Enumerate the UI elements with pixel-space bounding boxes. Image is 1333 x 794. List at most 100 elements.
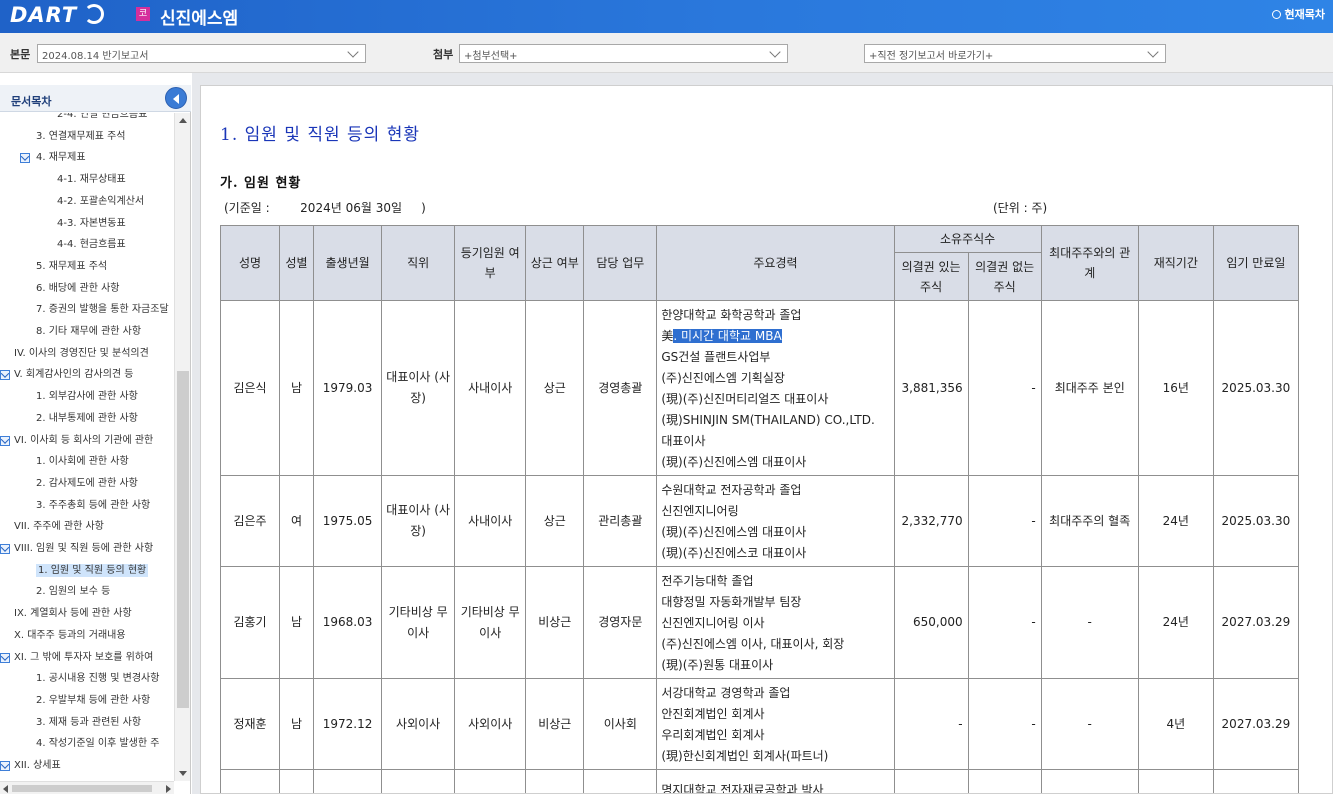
career-line: 수원대학교 전자공학과 졸업 [661, 483, 802, 497]
toc-item[interactable]: 3. 제재 등과 관련된 사항 [36, 713, 141, 733]
toc-item[interactable]: 2-4. 연결 현금흐름표 [57, 113, 147, 125]
cell-position: 기타비상 무이사 [381, 566, 456, 679]
top-header: DART 코 신진에스엠 현재목차 [0, 0, 1333, 33]
cell-nonvoting: - [967, 566, 1042, 679]
toc-item[interactable]: 4-1. 재무상태표 [57, 170, 126, 190]
toc-item[interactable]: 8. 기타 재무에 관한 사항 [36, 322, 141, 342]
cell-registered [454, 769, 527, 793]
cell-duty: 경영자문 [583, 566, 658, 679]
toc-item[interactable]: 4-4. 현금흐름표 [57, 235, 126, 255]
toc-item-label: IX. 계열회사 등에 관한 사항 [14, 608, 132, 620]
scroll-left-icon[interactable] [3, 785, 8, 793]
cell-tenure: 16년 [1137, 300, 1214, 476]
toc-item[interactable]: V. 회계감사인의 감사의견 등 [0, 365, 134, 385]
toc-item[interactable]: 7. 증권의 발행을 통한 자금조달 [36, 300, 169, 320]
officers-table: 성명 성별 출생년월 직위 등기임원 여부 상근 여부 담당 업무 주요경력 소… [219, 225, 1300, 793]
toc-item[interactable]: 1. 공시내용 진행 및 변경사항 [36, 669, 159, 689]
cell-nonvoting: - [967, 300, 1042, 476]
dart-logo[interactable]: DART [10, 3, 77, 27]
expand-toggle-icon[interactable] [0, 652, 10, 663]
toc-item-label: 3. 제재 등과 관련된 사항 [36, 716, 142, 728]
career-line: 대향정밀 자동화개발부 팀장 [661, 595, 802, 609]
cell-name [219, 769, 281, 793]
toc-vertical-scrollbar[interactable] [174, 113, 190, 781]
toc-item[interactable]: VIII. 임원 및 직원 등에 관한 사항 [0, 539, 153, 559]
toc-item-label: 2. 감사제도에 관한 사항 [36, 477, 138, 489]
toc-item[interactable]: 3. 주주총회 등에 관한 사항 [36, 496, 150, 516]
expand-toggle-icon[interactable] [0, 435, 10, 446]
cell-registered: 사내이사 [454, 475, 527, 567]
scroll-thumb[interactable] [177, 371, 189, 708]
scroll-thumb-horizontal[interactable] [12, 785, 152, 792]
toc-item[interactable]: VII. 주주에 관한 사항 [14, 517, 104, 537]
cell-relation: 최대주주의 혈족 [1040, 475, 1139, 567]
career-line: 대표이사 [661, 434, 706, 448]
career-line: GS건설 플랜트사업부 [661, 350, 771, 364]
toc-item[interactable]: 2. 감사제도에 관한 사항 [36, 474, 138, 494]
current-toc-link[interactable]: 현재목차 [1271, 6, 1325, 22]
cell-relation: 최대주주 본인 [1040, 300, 1139, 476]
toc-item[interactable]: 2. 우발부채 등에 관한 사항 [36, 691, 150, 711]
col-header-relation: 최대주주와의 관계 [1040, 225, 1139, 301]
toc-item[interactable]: 4-3. 자본변동표 [57, 214, 126, 234]
toc-item[interactable]: 4. 재무제표 [20, 148, 86, 168]
toc-item[interactable]: 3. 연결재무제표 주석 [36, 127, 126, 147]
scroll-down-icon[interactable] [179, 771, 187, 776]
cell-term-end [1212, 769, 1300, 793]
scroll-right-icon[interactable] [166, 785, 171, 793]
cell-term-end: 2025.03.30 [1212, 475, 1300, 567]
cell-duty: 이사회 [583, 678, 658, 770]
cell-nonvoting [967, 769, 1042, 793]
cell-name: 김홍기 [219, 566, 281, 679]
expand-toggle-icon[interactable] [0, 761, 10, 771]
cell-career: 서강대학교 경영학과 졸업 안진회계법인 회계사 우리회계법인 회계사 (現)한신회계… [656, 678, 895, 770]
cell-relation [1040, 769, 1139, 793]
toc-item-label: 2. 우발부채 등에 관한 사항 [36, 694, 151, 706]
toc-sidebar: 문서목차 2-4. 연결 현금흐름표 3. 연결재무제표 주석 4. 재무제표 4-1… [0, 85, 191, 794]
reference-date: (기준일 : 2024년 06월 30일 ) [224, 201, 426, 215]
career-line: (現)한신회계법인 회계사(파트너) [661, 749, 829, 763]
collapse-sidebar-button[interactable] [165, 87, 187, 109]
cell-career: 수원대학교 전자공학과 졸업 신진엔지니어링 (現)(주)신진에스엠 대표이사 (現)… [656, 475, 895, 567]
toc-item-label: V. 회계감사인의 감사의견 등 [14, 369, 134, 381]
cell-tenure: 24년 [1137, 566, 1214, 679]
toc-item[interactable]: IX. 계열회사 등에 관한 사항 [14, 604, 132, 624]
toc-item-label: VI. 이사회 등 회사의 기관에 관한 [14, 434, 154, 446]
toc-item[interactable]: 2. 내부통제에 관한 사항 [36, 409, 138, 429]
scroll-up-icon[interactable] [179, 118, 187, 123]
toc-item[interactable]: X. 대주주 등과의 거래내용 [14, 626, 126, 646]
toc-item-label: 4. 작성기준일 이후 발생한 주 [36, 738, 160, 750]
toc-item[interactable]: 1. 외부감사에 관한 사항 [36, 387, 138, 407]
toc-item[interactable]: 1. 임원 및 직원 등의 현황 [36, 561, 149, 581]
toc-item[interactable]: 5. 재무제표 주석 [36, 257, 107, 277]
career-line: 美. 미시간 대학교 MBA [661, 329, 782, 343]
toc-item[interactable]: VI. 이사회 등 회사의 기관에 관한 [0, 431, 154, 451]
expand-toggle-icon[interactable] [0, 544, 10, 554]
attachment-select[interactable]: +첨부선택+ [459, 44, 788, 63]
toc-item[interactable]: 4. 작성기준일 이후 발생한 주 [36, 734, 159, 754]
dart-logo-arc-icon [84, 4, 104, 24]
col-header-gender: 성별 [279, 225, 315, 301]
cell-name: 정재훈 [219, 678, 281, 770]
toc-horizontal-scrollbar[interactable] [0, 781, 174, 794]
career-line: 신진엔지니어링 이사 [661, 616, 765, 630]
col-header-position: 직위 [381, 225, 456, 301]
cell-birth: 1975.05 [313, 475, 383, 567]
toc-item[interactable]: 1. 이사회에 관한 사항 [36, 452, 129, 472]
toc-item[interactable]: XII. 상세표 [0, 756, 61, 776]
cell-position: 대표이사 (사장) [381, 475, 456, 567]
toc-item[interactable]: 6. 배당에 관한 사항 [36, 279, 119, 299]
main-doc-select[interactable]: 2024.08.14 반기보고서 [37, 44, 366, 63]
recent-report-select[interactable]: +직전 정기보고서 바로가기+ [864, 44, 1166, 63]
corp-type-badge: 코 [136, 7, 150, 21]
toc-item[interactable]: IV. 이사의 경영진단 및 분석의견 [14, 344, 149, 364]
toc-item-label: 7. 증권의 발행을 통한 자금조달 [36, 304, 169, 316]
career-line: (現)(주)신진에스코 대표이사 [661, 546, 807, 560]
toc-item[interactable]: XI. 그 밖에 투자자 보호를 위하여 [0, 648, 153, 668]
expand-toggle-icon[interactable] [0, 370, 10, 381]
toc-item[interactable]: 4-2. 포괄손익계산서 [57, 192, 144, 212]
cell-gender: 여 [279, 475, 315, 567]
toc-item[interactable]: 2. 임원의 보수 등 [36, 582, 110, 602]
col-header-nonvoting: 의결권 없는 주식 [967, 252, 1042, 301]
expand-toggle-icon[interactable] [20, 153, 30, 164]
